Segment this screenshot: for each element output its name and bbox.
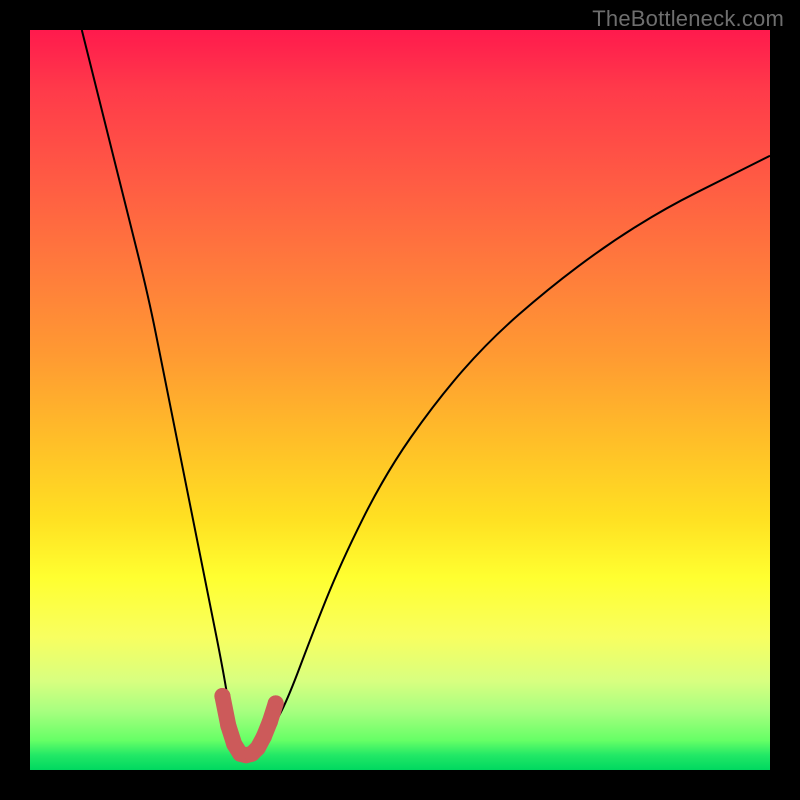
watermark-text: TheBottleneck.com	[592, 6, 784, 32]
optimal-range-marker-dot	[220, 718, 236, 734]
optimal-range-marker-dot	[214, 688, 230, 704]
optimal-range-marker-dot	[262, 714, 278, 730]
optimal-range-marker-dot	[268, 695, 284, 711]
bottleneck-curve	[82, 30, 770, 755]
optimal-range-marker-dot	[256, 729, 272, 745]
chart-frame: TheBottleneck.com	[0, 0, 800, 800]
chart-svg	[30, 30, 770, 770]
chart-plot-area	[30, 30, 770, 770]
bottleneck-curve-path	[82, 30, 770, 755]
optimal-range-marker	[214, 688, 283, 763]
